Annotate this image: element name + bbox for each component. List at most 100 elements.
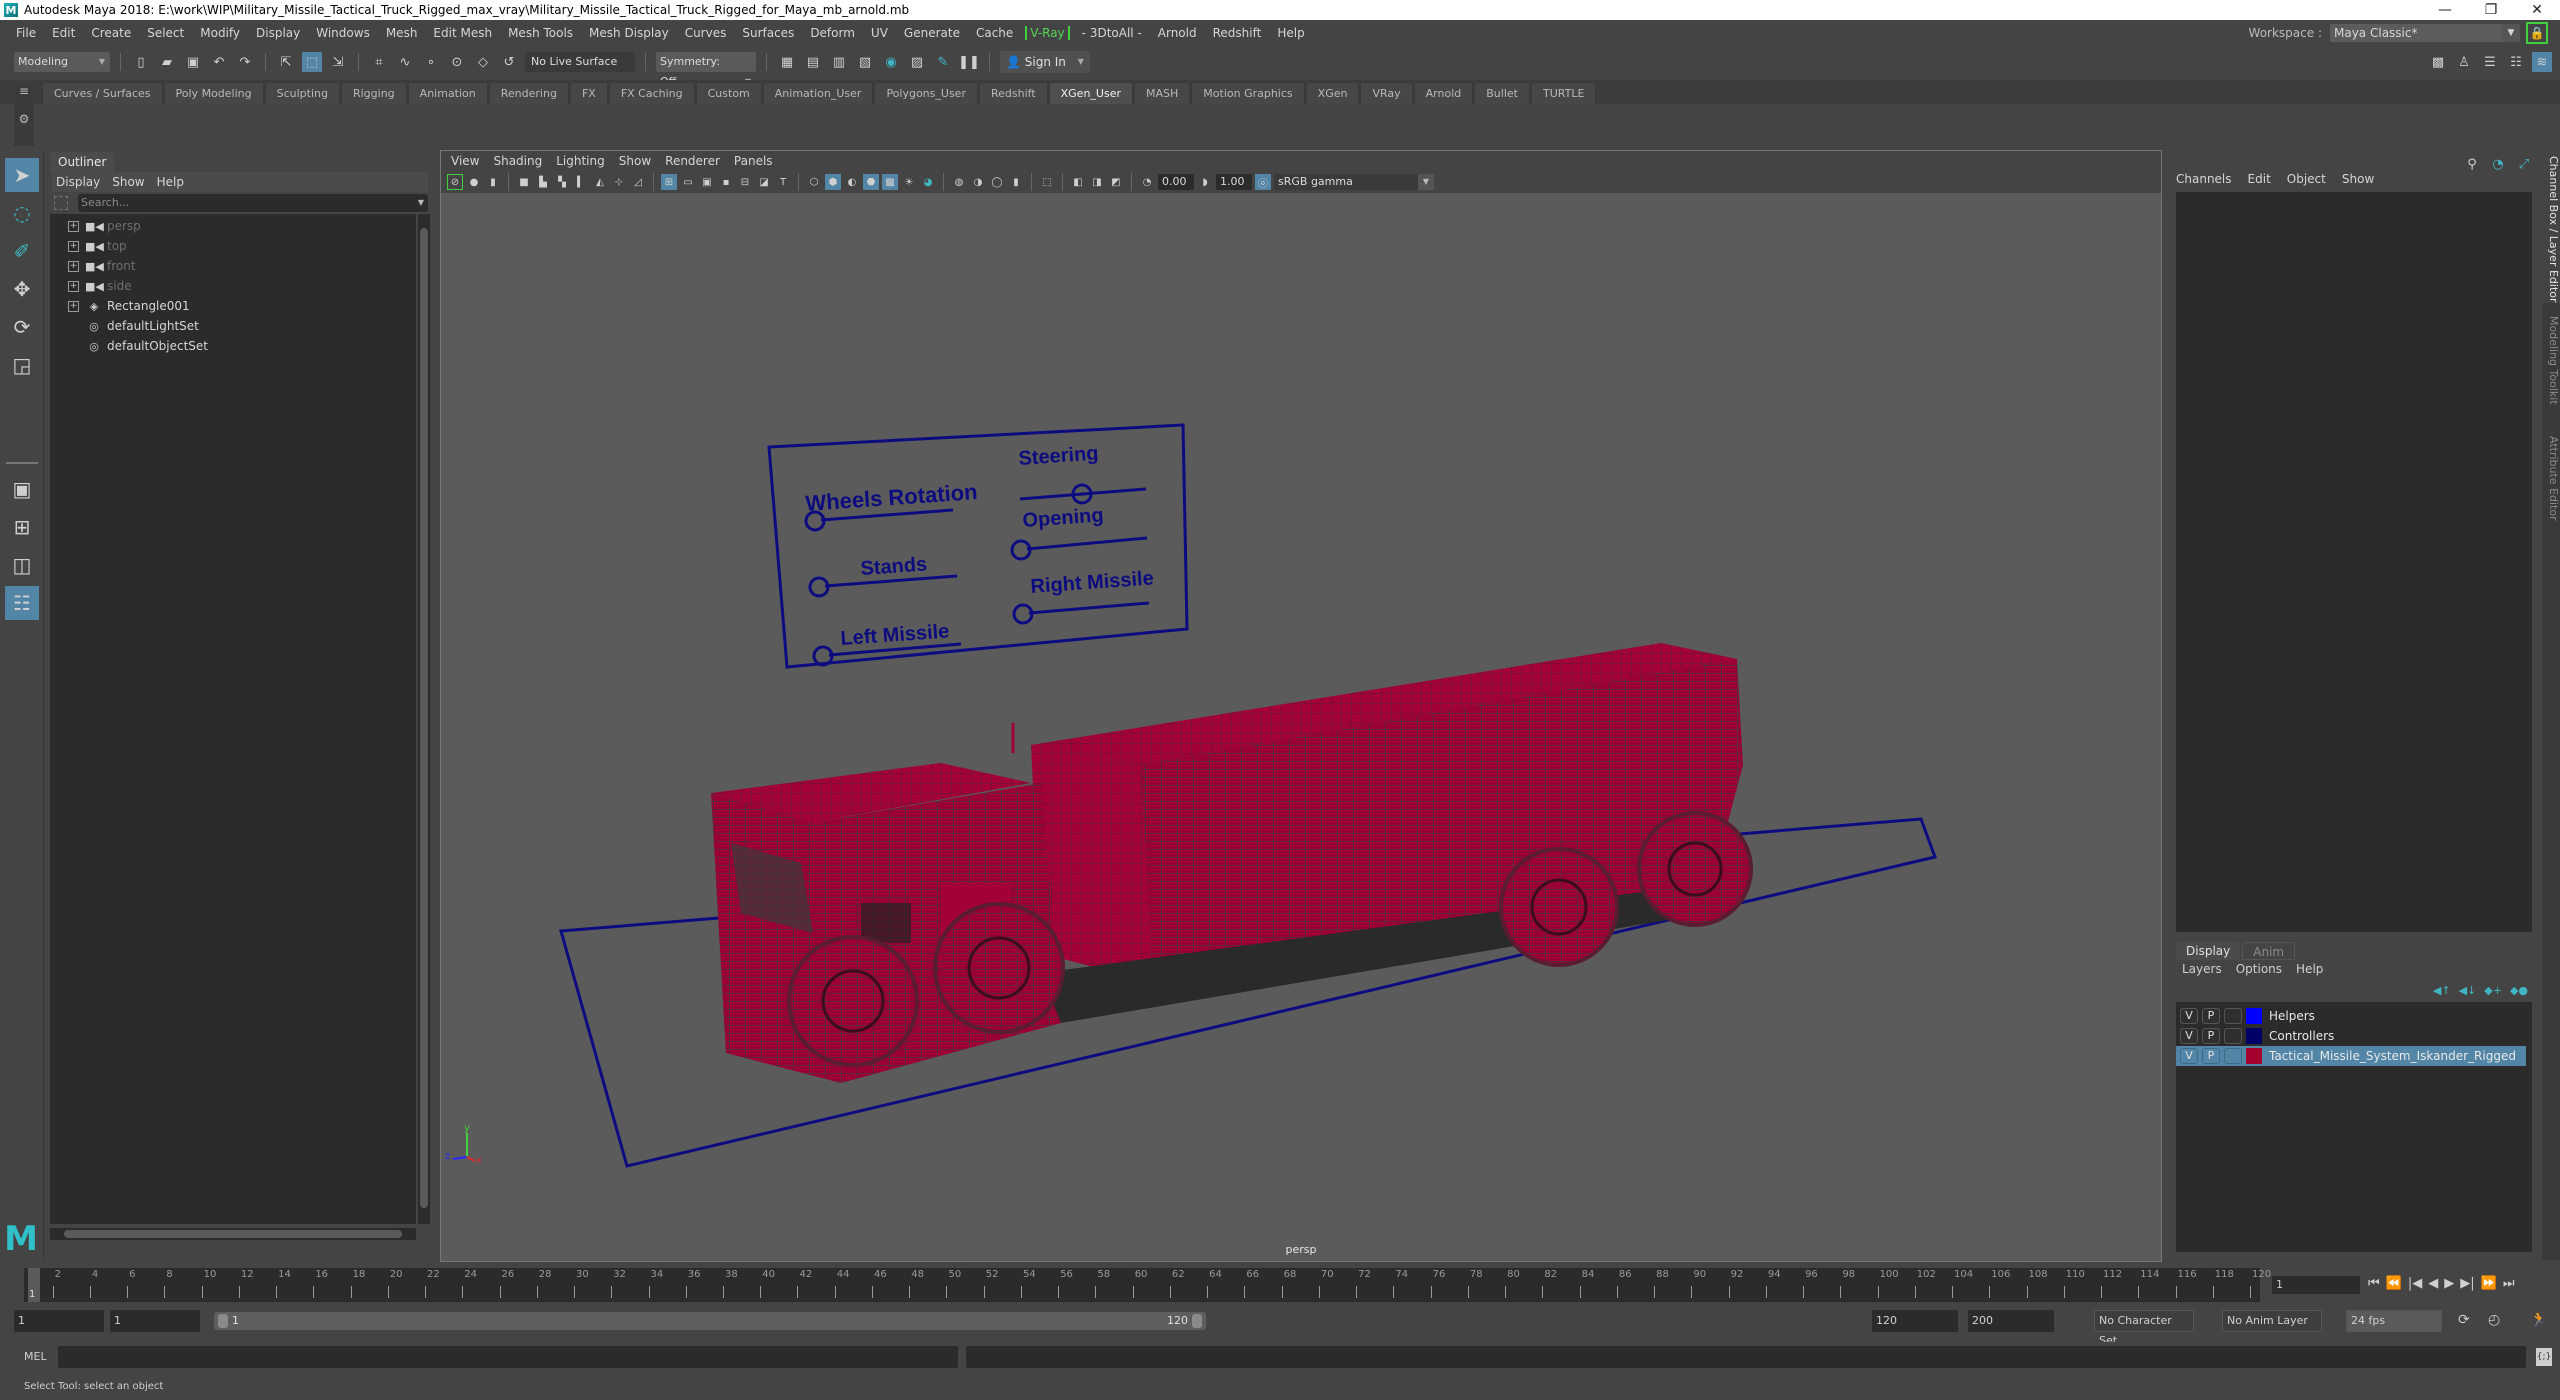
go-to-end-icon[interactable]: ⏭	[2503, 1276, 2515, 1291]
visibility-toggle[interactable]: V	[2180, 1008, 2198, 1024]
select-camera-icon[interactable]: ⊘	[447, 174, 463, 190]
loop-icon[interactable]: ⟳	[2458, 1312, 2470, 1328]
wireframe-on-shaded-icon[interactable]: ⬣	[863, 174, 879, 190]
playback-end-field[interactable]: 120	[1872, 1310, 1958, 1332]
layer-menu-options[interactable]: Options	[2236, 962, 2282, 976]
safe-action-icon[interactable]: ⊟	[737, 174, 753, 190]
side-tab-modeling-toolkit[interactable]: Modeling Toolkit	[2542, 310, 2560, 405]
menu-mesh[interactable]: Mesh	[378, 26, 426, 40]
channel-box-rotate-icon[interactable]: ◔	[2488, 154, 2508, 174]
layer-color-swatch[interactable]	[2246, 1048, 2262, 1064]
smooth-shade-icon[interactable]: ⬢	[825, 174, 841, 190]
menu-arnold[interactable]: Arnold	[1150, 26, 1205, 40]
layer-color-swatch[interactable]	[2246, 1008, 2262, 1024]
outliner-menu-help[interactable]: Help	[157, 175, 184, 189]
four-view-layout-icon[interactable]: ⊞	[5, 510, 39, 544]
range-end-handle[interactable]	[1192, 1314, 1202, 1328]
layer-tab-display[interactable]: Display	[2176, 942, 2241, 960]
color-space-dropdown[interactable]: sRGB gamma ▼	[1274, 174, 1434, 190]
shelf-tab-bullet[interactable]: Bullet	[1474, 82, 1530, 104]
redo-icon[interactable]: ↷	[235, 52, 255, 72]
channel-box-menu-edit[interactable]: Edit	[2248, 172, 2271, 186]
outliner-item-persp[interactable]: + ■◀ persp	[50, 216, 141, 236]
select-object-icon[interactable]: ⬚	[302, 52, 322, 72]
viewport-menu-renderer[interactable]: Renderer	[665, 154, 720, 168]
shelf-settings-icon[interactable]: ⚙	[14, 112, 34, 126]
viewport-menu-panels[interactable]: Panels	[734, 154, 773, 168]
step-forward-frame-icon[interactable]: ⏩	[2481, 1276, 2497, 1291]
play-backwards-icon[interactable]: ◀	[2428, 1276, 2438, 1291]
xray-icon[interactable]: ◧	[1070, 174, 1086, 190]
viewport-menu-view[interactable]: View	[451, 154, 479, 168]
menu-file[interactable]: File	[8, 26, 44, 40]
step-forward-key-icon[interactable]: ▶|	[2460, 1276, 2474, 1291]
menu-display[interactable]: Display	[248, 26, 308, 40]
film-gate-icon[interactable]: ⊹	[611, 174, 627, 190]
shelf-tab-xgen[interactable]: XGen	[1305, 82, 1360, 104]
filter-icon[interactable]	[54, 196, 68, 210]
resolution-gate-icon[interactable]: ◿	[630, 174, 646, 190]
menu-vray[interactable]: V-Ray	[1025, 26, 1070, 40]
grid-toggle-icon[interactable]: ◭	[592, 174, 608, 190]
select-hierarchy-icon[interactable]: ⇱	[276, 52, 296, 72]
display-type-toggle[interactable]	[2224, 1008, 2242, 1024]
go-to-start-icon[interactable]: ⏮	[2368, 1276, 2380, 1291]
shelf-tab-vray[interactable]: VRay	[1360, 82, 1413, 104]
scale-tool-icon[interactable]: ◲	[5, 348, 39, 382]
save-scene-icon[interactable]: ▣	[183, 52, 203, 72]
viewport-scene[interactable]: Wheels Rotation Steering Stands Opening …	[441, 193, 2161, 1261]
shelf-tab-mash[interactable]: MASH	[1134, 82, 1191, 104]
workspace-lock-icon[interactable]: 🔒	[2526, 22, 2548, 44]
current-frame-field[interactable]: 1	[2272, 1276, 2360, 1294]
default-material-icon[interactable]: ◐	[844, 174, 860, 190]
shelf-tab-rigging[interactable]: Rigging	[340, 82, 407, 104]
camera-attributes-icon[interactable]: ●	[466, 174, 482, 190]
rotate-tool-icon[interactable]: ⟳	[5, 310, 39, 344]
animation-preferences-icon[interactable]: 🏃	[2530, 1312, 2547, 1328]
attribute-editor-icon[interactable]: ☰	[2480, 52, 2500, 72]
mel-label[interactable]: MEL	[24, 1350, 47, 1363]
camera-2d-pan-icon[interactable]: ▚	[554, 174, 570, 190]
outliner-item-side[interactable]: + ■◀ side	[50, 276, 132, 296]
select-tool-icon[interactable]: ➤	[5, 158, 39, 192]
shelf-tab-rendering[interactable]: Rendering	[488, 82, 569, 104]
snap-point-icon[interactable]: ∘	[421, 52, 441, 72]
hud-icon[interactable]: T	[775, 174, 791, 190]
menu-edit-mesh[interactable]: Edit Mesh	[425, 26, 500, 40]
animation-start-field[interactable]: 1	[14, 1310, 104, 1332]
shelf-tab-fx-caching[interactable]: FX Caching	[608, 82, 695, 104]
menu-uv[interactable]: UV	[863, 26, 896, 40]
restore-button[interactable]: ❐	[2468, 0, 2514, 20]
menu-set-dropdown[interactable]: Modeling	[14, 52, 110, 72]
shelf-tab-xgen-user[interactable]: XGen_User	[1048, 82, 1133, 104]
make-live-icon[interactable]: ↺	[499, 52, 519, 72]
xray-joints-icon[interactable]: ◩	[1108, 174, 1124, 190]
layer-row[interactable]: V P Controllers	[2176, 1026, 2526, 1046]
textured-icon[interactable]: ▩	[882, 174, 898, 190]
step-back-key-icon[interactable]: |◀	[2408, 1276, 2422, 1291]
playback-toggle[interactable]: P	[2202, 1028, 2220, 1044]
menu-surfaces[interactable]: Surfaces	[734, 26, 802, 40]
screen-space-ao-icon[interactable]: ◍	[951, 174, 967, 190]
move-tool-icon[interactable]: ✥	[5, 272, 39, 306]
layer-menu-help[interactable]: Help	[2296, 962, 2323, 976]
scrollbar-thumb[interactable]	[420, 228, 428, 1208]
character-set-dropdown[interactable]: No Character Set	[2094, 1310, 2194, 1347]
use-all-lights-icon[interactable]: ☀	[901, 174, 917, 190]
move-layer-down-icon[interactable]: ◀↓	[2459, 984, 2477, 997]
playback-toggle[interactable]: P	[2202, 1008, 2220, 1024]
xray-active-icon[interactable]: ◨	[1089, 174, 1105, 190]
tool-settings-icon[interactable]: ☷	[2506, 52, 2526, 72]
side-tab-channel-box-layer-editor[interactable]: Channel Box / Layer Editor	[2542, 150, 2560, 303]
range-start-handle[interactable]	[218, 1314, 228, 1328]
undo-icon[interactable]: ↶	[209, 52, 229, 72]
step-back-frame-icon[interactable]: ⏪	[2386, 1276, 2402, 1291]
menu-cache[interactable]: Cache	[968, 26, 1021, 40]
channel-box-menu-show[interactable]: Show	[2342, 172, 2374, 186]
shelf-tab-poly-modeling[interactable]: Poly Modeling	[163, 82, 264, 104]
time-slider[interactable]: 1 2 4 6 8 10 12 14 16 18 20 22 24 26 28 30 32 34 36 38 40 42…	[24, 1268, 2271, 1302]
snap-curve-icon[interactable]: ∿	[395, 52, 415, 72]
rig-control-panel[interactable]: Wheels Rotation Steering Stands Opening …	[767, 423, 1189, 669]
shelf-tab-sculpting[interactable]: Sculpting	[264, 82, 340, 104]
color-management-icon[interactable]: ⓞ	[1255, 174, 1271, 190]
